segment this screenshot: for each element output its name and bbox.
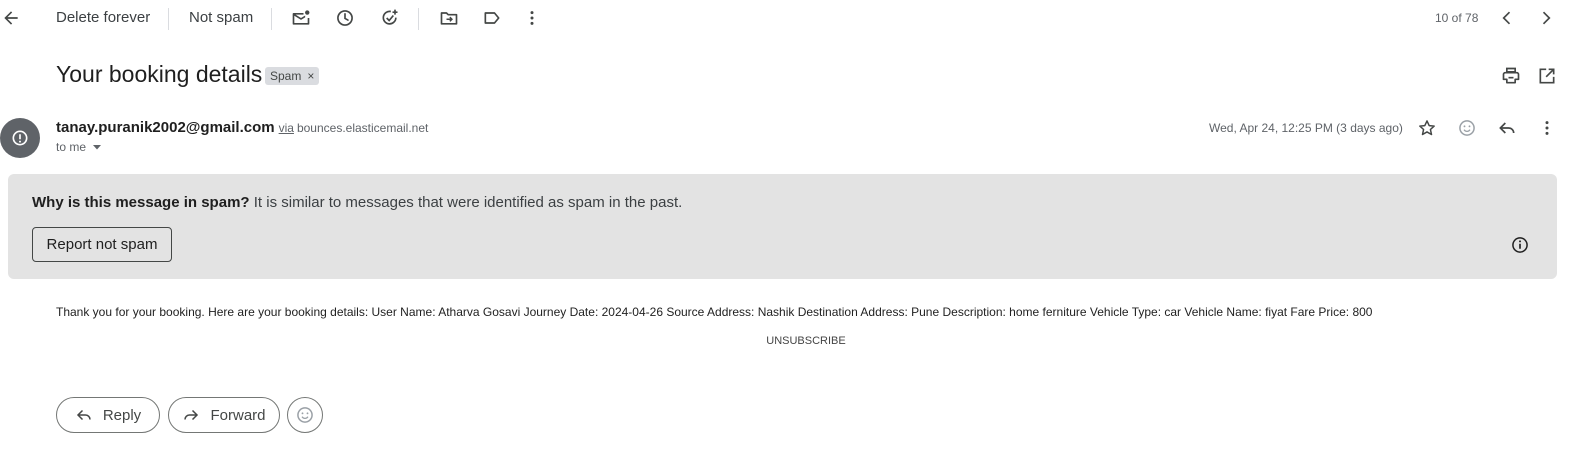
arrow-left-icon	[4, 11, 18, 25]
delete-forever-button[interactable]: Delete forever	[56, 9, 150, 26]
email-body-text: Thank you for your booking. Here are you…	[56, 305, 1373, 319]
email-view: Delete forever Not spam 10 of 78 Your bo…	[0, 0, 1571, 449]
spam-info-button[interactable]	[1509, 234, 1531, 256]
spam-warning-banner: Why is this message in spam? It is simil…	[8, 174, 1557, 279]
info-icon	[1512, 237, 1528, 253]
spam-label-badge: Spam ×	[265, 67, 320, 85]
via-domain: bounces.elasticemail.net	[296, 121, 429, 135]
spam-warning-explanation: It is similar to messages that were iden…	[253, 194, 683, 211]
forward-label: Forward	[210, 406, 266, 424]
warning-circle-icon	[12, 130, 28, 146]
message-more-button[interactable]	[1533, 114, 1561, 142]
forward-pill-button[interactable]: Forward	[168, 397, 280, 433]
newer-message-button[interactable]	[1493, 4, 1521, 32]
toolbar-divider	[168, 8, 169, 30]
spam-warning-question: Why is this message in spam?	[32, 194, 250, 211]
emoji-icon	[297, 407, 313, 423]
reply-icon	[76, 409, 91, 421]
spam-label-text: Spam	[270, 69, 302, 83]
sender-line: tanay.puranik2002@gmail.com via bounces.…	[56, 119, 428, 136]
snooze-button[interactable]	[331, 4, 359, 32]
toolbar-divider	[271, 8, 272, 30]
label-icon	[484, 12, 500, 24]
open-in-new-icon	[1539, 68, 1555, 84]
report-not-spam-button[interactable]: Report not spam	[32, 227, 172, 262]
reply-label: Reply	[102, 406, 142, 424]
mark-unread-icon	[292, 10, 310, 25]
more-vertical-icon	[530, 11, 534, 25]
chevron-left-icon	[1502, 11, 1511, 25]
emoji-reaction-button[interactable]	[287, 397, 323, 433]
sender-email[interactable]: tanay.puranik2002@gmail.com	[56, 119, 275, 136]
reply-pill-button[interactable]: Reply	[56, 397, 160, 433]
add-task-icon	[382, 9, 398, 25]
star-icon	[1419, 120, 1435, 136]
reply-icon	[1499, 122, 1515, 134]
print-all-button[interactable]	[1497, 62, 1525, 90]
print-icon	[1502, 67, 1520, 84]
message-date: Wed, Apr 24, 12:25 PM (3 days ago)	[1209, 121, 1403, 135]
forward-icon	[184, 409, 199, 421]
message-counter: 10 of 78	[1435, 11, 1479, 25]
recipient-details-toggle[interactable]: to me	[56, 140, 102, 154]
toolbar-divider	[418, 8, 419, 30]
clock-icon	[337, 10, 353, 26]
reply-button[interactable]	[1493, 114, 1521, 142]
via-link[interactable]: via	[279, 121, 294, 135]
open-in-new-window-button[interactable]	[1533, 62, 1561, 90]
remove-label-button[interactable]: ×	[307, 69, 314, 83]
back-button[interactable]	[0, 4, 25, 32]
recipient-label: to me	[56, 140, 87, 154]
move-to-folder-icon	[440, 12, 458, 25]
add-reaction-button[interactable]	[1453, 114, 1481, 142]
unsubscribe-link[interactable]: UNSUBSCRIBE	[0, 335, 1571, 347]
mark-unread-button[interactable]	[287, 4, 315, 32]
spam-warning-text: Why is this message in spam? It is simil…	[32, 194, 682, 211]
move-to-button[interactable]	[435, 4, 463, 32]
add-to-tasks-button[interactable]	[376, 4, 404, 32]
sender-avatar[interactable]	[0, 118, 40, 158]
more-options-button[interactable]	[518, 4, 546, 32]
more-vertical-icon	[1545, 121, 1549, 135]
star-button[interactable]	[1413, 114, 1441, 142]
label-button[interactable]	[478, 4, 506, 32]
caret-down-icon	[93, 145, 102, 150]
emoji-icon	[1459, 120, 1475, 136]
not-spam-button[interactable]: Not spam	[189, 9, 253, 26]
message-toolbar: Delete forever Not spam 10 of 78	[0, 0, 1571, 36]
chevron-right-icon	[1542, 11, 1551, 25]
email-subject: Your booking details	[56, 61, 263, 87]
older-message-button[interactable]	[1532, 4, 1560, 32]
